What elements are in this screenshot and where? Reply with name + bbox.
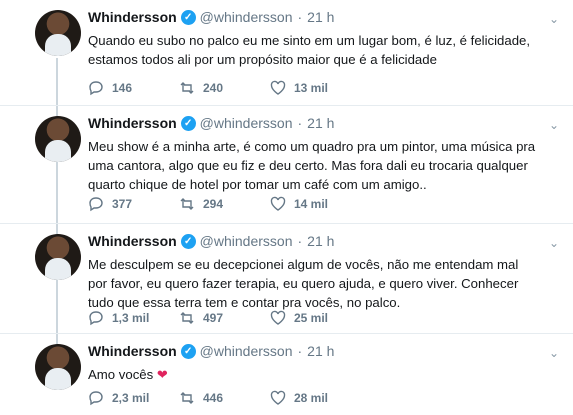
retweet-icon [180,392,194,404]
separator-dot: · [297,9,303,25]
avatar[interactable] [35,234,81,280]
author-name[interactable]: Whindersson [88,9,177,25]
tweet-header: Whindersson ✓ @whindersson · 21 h [88,343,334,359]
separator-dot: · [297,233,303,249]
timestamp[interactable]: 21 h [307,115,334,131]
avatar[interactable] [35,116,81,162]
retweet-button[interactable]: 497 [179,310,270,326]
retweet-button[interactable]: 240 [179,80,270,96]
tweet-text: Me desculpem se eu decepcionei algum de … [88,257,519,310]
tweet-text: Quando eu subo no palco eu me sinto em u… [88,33,531,67]
tweet[interactable]: Whindersson ✓ @whindersson · 21 h ⌄ Amo … [0,334,573,415]
like-button[interactable]: 28 mil [270,390,361,406]
timestamp[interactable]: 21 h [307,343,334,359]
author-handle[interactable]: @whindersson [200,233,293,249]
avatar[interactable] [35,10,81,56]
heart-emoji-icon: ❤ [156,367,168,382]
author-name[interactable]: Whindersson [88,233,177,249]
reply-button[interactable]: 377 [88,196,179,212]
reply-icon [89,197,103,212]
author-name[interactable]: Whindersson [88,115,177,131]
like-icon [270,310,286,325]
reply-count: 1,3 mil [112,311,150,325]
like-count: 25 mil [294,311,329,325]
retweet-icon [180,312,194,324]
tweet-text: Meu show é a minha arte, é como um quadr… [88,139,536,192]
timestamp[interactable]: 21 h [307,233,334,249]
chevron-down-icon[interactable]: ⌄ [549,346,559,360]
author-name[interactable]: Whindersson [88,343,177,359]
avatar[interactable] [35,344,81,390]
retweet-count: 240 [203,81,224,95]
reply-icon [89,391,103,406]
verified-badge-icon: ✓ [180,343,196,359]
retweet-count: 446 [203,391,224,405]
separator-dot: · [297,343,303,359]
reply-button[interactable]: 2,3 mil [88,390,179,406]
chevron-down-icon[interactable]: ⌄ [549,236,559,250]
reply-icon [89,81,103,96]
retweet-button[interactable]: 294 [179,196,270,212]
tweet[interactable]: Whindersson ✓ @whindersson · 21 h ⌄ Quan… [0,0,573,106]
reply-count: 146 [112,81,133,95]
like-count: 28 mil [294,391,329,405]
tweet-text-content: Amo vocês [88,367,154,382]
tweet-header: Whindersson ✓ @whindersson · 21 h [88,9,334,25]
retweet-button[interactable]: 446 [179,390,270,406]
reply-count: 2,3 mil [112,391,150,405]
tweet-actions: 2,3 mil 446 28 mil [88,390,361,406]
like-count: 13 mil [294,81,329,95]
reply-button[interactable]: 146 [88,80,179,96]
chevron-down-icon[interactable]: ⌄ [549,118,559,132]
timestamp[interactable]: 21 h [307,9,334,25]
author-handle[interactable]: @whindersson [200,343,293,359]
reply-button[interactable]: 1,3 mil [88,310,179,326]
retweet-count: 497 [203,311,224,325]
reply-count: 377 [112,197,133,211]
verified-badge-icon: ✓ [180,233,196,249]
like-icon [270,196,286,211]
author-handle[interactable]: @whindersson [200,9,293,25]
like-button[interactable]: 25 mil [270,310,361,326]
reply-icon [89,311,103,326]
retweet-icon [180,82,194,94]
like-button[interactable]: 14 mil [270,196,361,212]
tweet-header: Whindersson ✓ @whindersson · 21 h [88,233,334,249]
tweet-actions: 146 240 13 mil [88,80,361,96]
like-button[interactable]: 13 mil [270,80,361,96]
tweet[interactable]: Whindersson ✓ @whindersson · 21 h ⌄ Meu … [0,106,573,224]
author-handle[interactable]: @whindersson [200,115,293,131]
tweet-actions: 377 294 14 mil [88,196,361,212]
tweet[interactable]: Whindersson ✓ @whindersson · 21 h ⌄ Me d… [0,224,573,334]
retweet-count: 294 [203,197,224,211]
tweet-actions: 1,3 mil 497 25 mil [88,310,361,326]
verified-badge-icon: ✓ [180,115,196,131]
like-icon [270,80,286,95]
like-icon [270,390,286,405]
like-count: 14 mil [294,197,329,211]
tweet-text: Amo vocês ❤ [88,365,540,384]
separator-dot: · [297,115,303,131]
retweet-icon [180,198,194,210]
chevron-down-icon[interactable]: ⌄ [549,12,559,26]
tweet-header: Whindersson ✓ @whindersson · 21 h [88,115,334,131]
verified-badge-icon: ✓ [180,9,196,25]
